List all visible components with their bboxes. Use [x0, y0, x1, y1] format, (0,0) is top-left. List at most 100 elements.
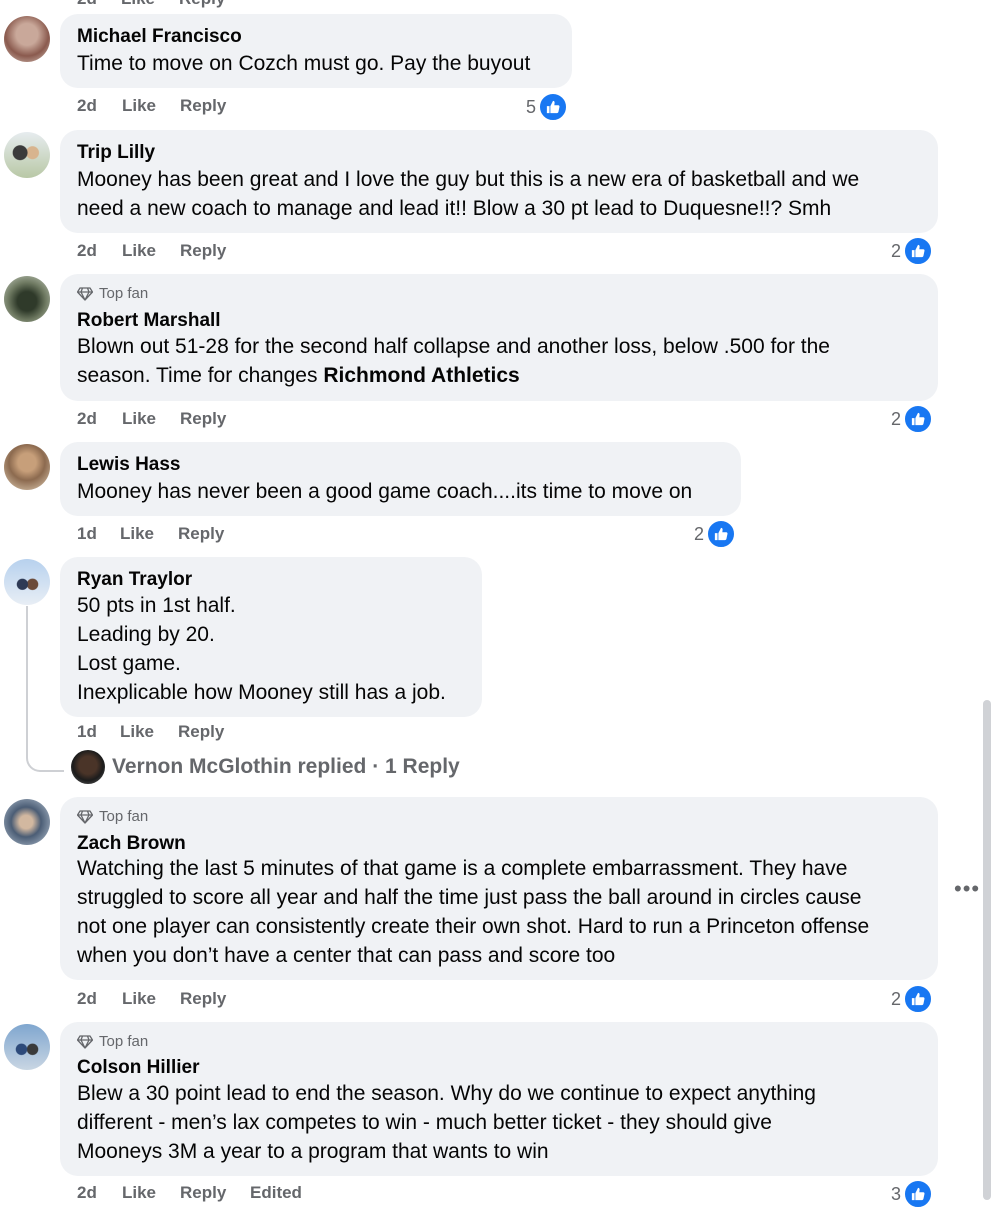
commenter-name[interactable]: Ryan Traylor [77, 569, 192, 591]
comment-text: Watching the last 5 minutes of that game… [77, 857, 848, 880]
like-button[interactable]: Like [120, 722, 178, 742]
thumbs-up-icon [538, 92, 569, 122]
like-button[interactable]: Like [120, 524, 178, 544]
comment-text: struggled to score all year and half the… [77, 886, 862, 909]
reply-avatar [71, 750, 105, 784]
reaction-number: 5 [526, 96, 537, 117]
comment-actions-partial: 2d Like Reply [77, 0, 225, 9]
commenter-name[interactable]: Lewis Hass [77, 454, 181, 476]
reply-button[interactable]: Reply [179, 0, 225, 9]
comment-actions: 2d Like Reply Edited [77, 1183, 302, 1203]
comment-text: Mooney has been great and I love the guy… [77, 168, 860, 191]
avatar[interactable] [4, 559, 50, 605]
comment-text: season. Time for changes [77, 364, 318, 387]
reply-button[interactable]: Reply [180, 1183, 250, 1203]
like-button[interactable]: Like [122, 1183, 180, 1203]
more-horizontal-icon[interactable]: ••• [954, 878, 980, 900]
comment-actions: 2d Like Reply [77, 96, 226, 116]
reply-button[interactable]: Reply [178, 722, 224, 742]
top-fan-badge: Top fan [77, 1033, 148, 1050]
time-link[interactable]: 2d [77, 241, 122, 261]
comment-actions: 2d Like Reply [77, 989, 226, 1009]
reaction-number: 2 [694, 523, 705, 544]
comment-text-line: season. Time for changes Richmond Athlet… [77, 361, 520, 390]
comment-text: Mooneys 3M a year to a program that want… [77, 1140, 549, 1163]
reaction-count[interactable]: 2 [891, 984, 934, 1014]
like-button[interactable]: Like [122, 409, 180, 429]
view-replies-link[interactable]: Vernon McGlothin replied · 1 Reply [71, 750, 460, 784]
comment-bubble: Top fan Zach Brown Watching the last 5 m… [60, 797, 938, 980]
avatar[interactable] [4, 799, 50, 845]
time-link[interactable]: 1d [77, 524, 120, 544]
like-button[interactable]: Like [122, 989, 180, 1009]
comment-bubble: Ryan Traylor 50 pts in 1st half. Leading… [60, 557, 482, 717]
comment-bubble: Top fan Robert Marshall Blown out 51-28 … [60, 274, 938, 401]
top-fan-label: Top fan [99, 808, 149, 825]
reply-button[interactable]: Reply [180, 409, 226, 429]
like-button[interactable]: Like [122, 96, 180, 116]
comment-text: Leading by 20. [77, 623, 215, 646]
replies-summary[interactable]: Vernon McGlothin replied · 1 Reply [112, 755, 460, 779]
comment-text: when you don’t have a center that can pa… [77, 944, 616, 967]
avatar[interactable] [4, 16, 50, 62]
comment-text: Blew a 30 point lead to end the season. … [77, 1082, 816, 1105]
thumbs-up-icon [903, 984, 934, 1014]
comment-bubble: Michael Francisco Time to move on Cozch … [60, 14, 572, 88]
diamond-icon [77, 286, 93, 301]
reaction-count[interactable]: 2 [891, 236, 934, 266]
diamond-icon [77, 809, 93, 824]
reaction-count[interactable]: 3 [891, 1179, 934, 1209]
scrollbar[interactable] [983, 700, 991, 1200]
top-fan-badge: Top fan [77, 808, 148, 825]
avatar[interactable] [4, 132, 50, 178]
time-link[interactable]: 2d [77, 989, 122, 1009]
thumbs-up-icon [903, 236, 934, 266]
reply-button[interactable]: Reply [180, 96, 226, 116]
reply-thread-line [26, 606, 64, 772]
reaction-number: 2 [891, 240, 902, 261]
diamond-icon [77, 1034, 93, 1049]
top-fan-badge: Top fan [77, 285, 148, 302]
time-link[interactable]: 1d [77, 722, 120, 742]
comment-text: Mooney has never been a good game coach.… [77, 480, 693, 503]
comment-text: Time to move on Cozch must go. Pay the b… [77, 52, 531, 75]
time-link[interactable]: 2d [77, 96, 122, 116]
top-fan-label: Top fan [99, 285, 149, 302]
avatar[interactable] [4, 276, 50, 322]
commenter-name[interactable]: Trip Lilly [77, 142, 155, 164]
commenter-name[interactable]: Colson Hillier [77, 1057, 199, 1079]
reply-button[interactable]: Reply [180, 989, 226, 1009]
thumbs-up-icon [706, 519, 737, 549]
comment-actions: 1d Like Reply [77, 524, 224, 544]
avatar[interactable] [4, 1024, 50, 1070]
edited-label: Edited [250, 1183, 302, 1202]
commenter-name[interactable]: Robert Marshall [77, 310, 221, 332]
reply-button[interactable]: Reply [180, 241, 226, 261]
commenter-name[interactable]: Michael Francisco [77, 26, 242, 48]
comment-text: 50 pts in 1st half. [77, 594, 236, 617]
avatar[interactable] [4, 444, 50, 490]
comment-bubble: Top fan Colson Hillier Blew a 30 point l… [60, 1022, 938, 1176]
reaction-number: 2 [891, 988, 902, 1009]
commenter-name[interactable]: Zach Brown [77, 833, 186, 855]
comment-text: Inexplicable how Mooney still has a job. [77, 681, 446, 704]
comment-text: Lost game. [77, 652, 181, 675]
reaction-number: 2 [891, 408, 902, 429]
comment-actions: 2d Like Reply [77, 241, 226, 261]
reaction-count[interactable]: 2 [891, 404, 934, 434]
page-mention-link[interactable]: Richmond Athletics [323, 364, 519, 387]
thumbs-up-icon [903, 404, 934, 434]
comment-actions: 1d Like Reply [77, 722, 224, 742]
reply-button[interactable]: Reply [178, 524, 224, 544]
time-link[interactable]: 2d [77, 409, 122, 429]
time-link[interactable]: 2d [77, 0, 121, 9]
reaction-count[interactable]: 5 [526, 92, 569, 122]
like-button[interactable]: Like [121, 0, 179, 9]
comment-text: need a new coach to manage and lead it!!… [77, 197, 832, 220]
reaction-number: 3 [891, 1183, 902, 1204]
comment-text: Blown out 51-28 for the second half coll… [77, 335, 830, 358]
reaction-count[interactable]: 2 [694, 519, 737, 549]
comment-text: not one player can consistently create t… [77, 915, 870, 938]
time-link[interactable]: 2d [77, 1183, 122, 1203]
like-button[interactable]: Like [122, 241, 180, 261]
